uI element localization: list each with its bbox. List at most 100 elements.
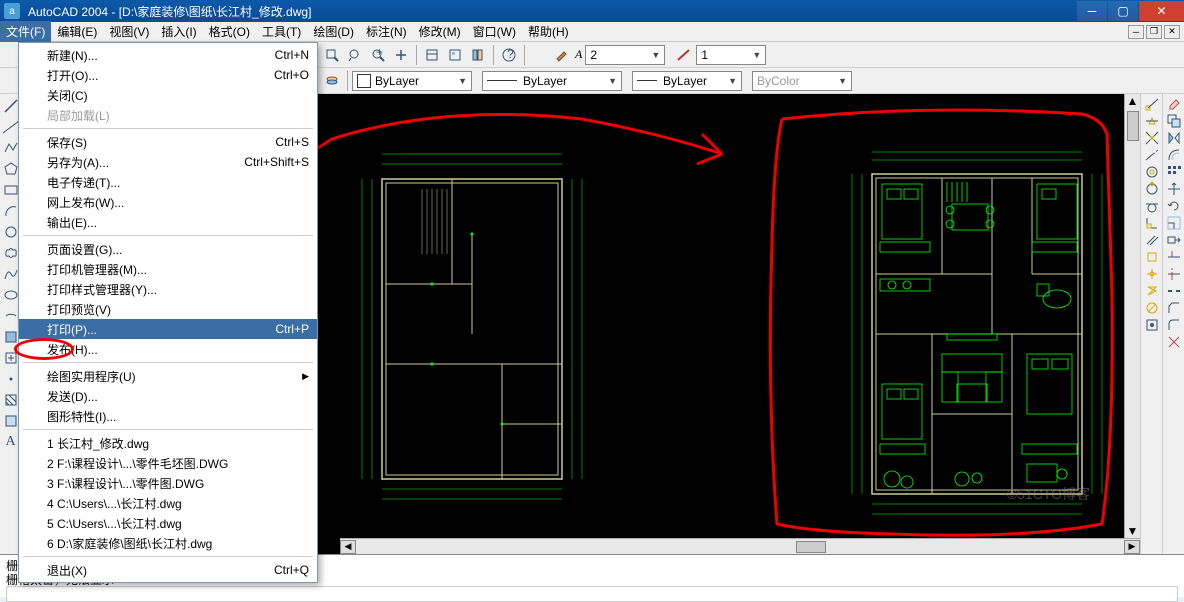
menu-recent-5[interactable]: 5 C:\Users\...\长江村.dwg [19, 513, 317, 533]
snap-center-icon[interactable] [1144, 164, 1160, 180]
doc-close[interactable]: ✕ [1164, 25, 1180, 39]
horizontal-scrollbar[interactable]: ◀ ▶ [340, 538, 1140, 554]
snap-midpoint-icon[interactable] [1144, 113, 1160, 129]
snap-perpendicular-icon[interactable] [1144, 215, 1160, 231]
osnap-toolbar [1140, 94, 1162, 554]
menu-tools[interactable]: 工具(T) [256, 21, 307, 42]
properties-icon[interactable] [421, 44, 443, 66]
menu-saveas[interactable]: 另存为(A)...Ctrl+Shift+S [19, 152, 317, 172]
zoom-window-icon[interactable] [321, 44, 343, 66]
scroll-right-icon[interactable]: ▶ [1124, 540, 1140, 554]
command-input[interactable] [6, 586, 1178, 602]
menu-exit[interactable]: 退出(X)Ctrl+Q [19, 560, 317, 580]
zoom-previous-icon[interactable] [344, 44, 366, 66]
brush-icon[interactable] [550, 44, 572, 66]
menu-publish[interactable]: 发布(H)... [19, 339, 317, 359]
menu-drawing-properties[interactable]: 图形特性(I)... [19, 406, 317, 426]
plotstyle-control[interactable]: ByColor▼ [752, 71, 852, 91]
vertical-scrollbar[interactable]: ▲ ▼ [1124, 94, 1140, 538]
snap-quadrant-icon[interactable] [1144, 181, 1160, 197]
scroll-thumb-v[interactable] [1127, 111, 1139, 141]
menu-close-file[interactable]: 关闭(C) [19, 85, 317, 105]
scroll-down-icon[interactable]: ▼ [1127, 524, 1139, 538]
menu-publish-web[interactable]: 网上发布(W)... [19, 192, 317, 212]
stretch-icon[interactable] [1166, 232, 1182, 248]
snap-intersection-icon[interactable] [1144, 130, 1160, 146]
menu-send[interactable]: 发送(D)... [19, 386, 317, 406]
scroll-thumb-h[interactable] [796, 541, 826, 553]
snap-none-icon[interactable] [1144, 300, 1160, 316]
explode-icon[interactable] [1166, 334, 1182, 350]
app-icon: a [4, 3, 20, 19]
chamfer-icon[interactable] [1166, 300, 1182, 316]
lineweight-combo[interactable]: 2▼ [585, 45, 665, 65]
menu-recent-2[interactable]: 2 F:\课程设计\...\零件毛坯图.DWG [19, 453, 317, 473]
menu-drawing-utilities[interactable]: 绘图实用程序(U)▶ [19, 366, 317, 386]
menu-etransmit[interactable]: 电子传递(T)... [19, 172, 317, 192]
menu-recent-4[interactable]: 4 C:\Users\...\长江村.dwg [19, 493, 317, 513]
menu-partial-load: 局部加载(L) [19, 105, 317, 125]
color-control[interactable]: ByLayer▼ [352, 71, 472, 91]
title-bar: a AutoCAD 2004 - [D:\家庭装修\图纸\长江村_修改.dwg]… [0, 0, 1184, 22]
menu-dimension[interactable]: 标注(N) [360, 21, 413, 42]
menu-new[interactable]: 新建(N)...Ctrl+N [19, 45, 317, 65]
menu-page-setup[interactable]: 页面设置(G)... [19, 239, 317, 259]
fillet-icon[interactable] [1166, 317, 1182, 333]
menu-export[interactable]: 输出(E)... [19, 212, 317, 232]
menu-recent-1[interactable]: 1 长江村_修改.dwg [19, 433, 317, 453]
menu-window[interactable]: 窗口(W) [467, 21, 522, 42]
snap-extension-icon[interactable] [1144, 147, 1160, 163]
linetype-control[interactable]: ByLayer▼ [482, 71, 622, 91]
menu-recent-6[interactable]: 6 D:\家庭装修\图纸\长江村.dwg [19, 533, 317, 553]
snap-nearest-icon[interactable] [1144, 283, 1160, 299]
layer-manager-icon[interactable] [321, 70, 343, 92]
scroll-up-icon[interactable]: ▲ [1127, 94, 1139, 108]
help-icon[interactable]: ? [498, 44, 520, 66]
osnap-settings-icon[interactable] [1144, 317, 1160, 333]
zoom-realtime-icon[interactable]: + [367, 44, 389, 66]
menu-plot-style-manager[interactable]: 打印样式管理器(Y)... [19, 279, 317, 299]
menu-format[interactable]: 格式(O) [203, 21, 256, 42]
copy-icon[interactable] [1166, 113, 1182, 129]
pan-icon[interactable] [390, 44, 412, 66]
extend-icon[interactable] [1166, 266, 1182, 282]
menu-help[interactable]: 帮助(H) [522, 21, 575, 42]
snap-endpoint-icon[interactable] [1144, 96, 1160, 112]
minimize-button[interactable]: ─ [1077, 1, 1107, 21]
move-icon[interactable] [1166, 181, 1182, 197]
menu-insert[interactable]: 插入(I) [155, 21, 202, 42]
line-style-icon[interactable] [673, 44, 695, 66]
array-icon[interactable] [1166, 164, 1182, 180]
offset-icon[interactable] [1166, 147, 1182, 163]
menu-file[interactable]: 文件(F) [0, 21, 51, 42]
snap-insert-icon[interactable] [1144, 249, 1160, 265]
erase-icon[interactable] [1166, 96, 1182, 112]
menu-recent-3[interactable]: 3 F:\课程设计\...\零件图.DWG [19, 473, 317, 493]
menu-plot[interactable]: 打印(P)...Ctrl+P [19, 319, 317, 339]
menu-view[interactable]: 视图(V) [103, 21, 155, 42]
menu-plot-preview[interactable]: 打印预览(V) [19, 299, 317, 319]
menu-edit[interactable]: 编辑(E) [51, 21, 103, 42]
tool-palettes-icon[interactable] [467, 44, 489, 66]
ltscale-combo[interactable]: 1▼ [696, 45, 766, 65]
doc-restore[interactable]: ❐ [1146, 25, 1162, 39]
design-center-icon[interactable] [444, 44, 466, 66]
snap-tangent-icon[interactable] [1144, 198, 1160, 214]
maximize-button[interactable]: ▢ [1108, 1, 1138, 21]
close-button[interactable]: ✕ [1139, 1, 1184, 21]
lineweight-control[interactable]: ByLayer▼ [632, 71, 742, 91]
doc-minimize[interactable]: ─ [1128, 25, 1144, 39]
menu-draw[interactable]: 绘图(D) [307, 21, 360, 42]
snap-node-icon[interactable] [1144, 266, 1160, 282]
menu-plotter-manager[interactable]: 打印机管理器(M)... [19, 259, 317, 279]
menu-save[interactable]: 保存(S)Ctrl+S [19, 132, 317, 152]
scroll-left-icon[interactable]: ◀ [340, 540, 356, 554]
break-icon[interactable] [1166, 283, 1182, 299]
scale-icon[interactable] [1166, 215, 1182, 231]
snap-parallel-icon[interactable] [1144, 232, 1160, 248]
menu-open[interactable]: 打开(O)...Ctrl+O [19, 65, 317, 85]
trim-icon[interactable] [1166, 249, 1182, 265]
rotate-icon[interactable] [1166, 198, 1182, 214]
mirror-icon[interactable] [1166, 130, 1182, 146]
menu-modify[interactable]: 修改(M) [413, 21, 467, 42]
